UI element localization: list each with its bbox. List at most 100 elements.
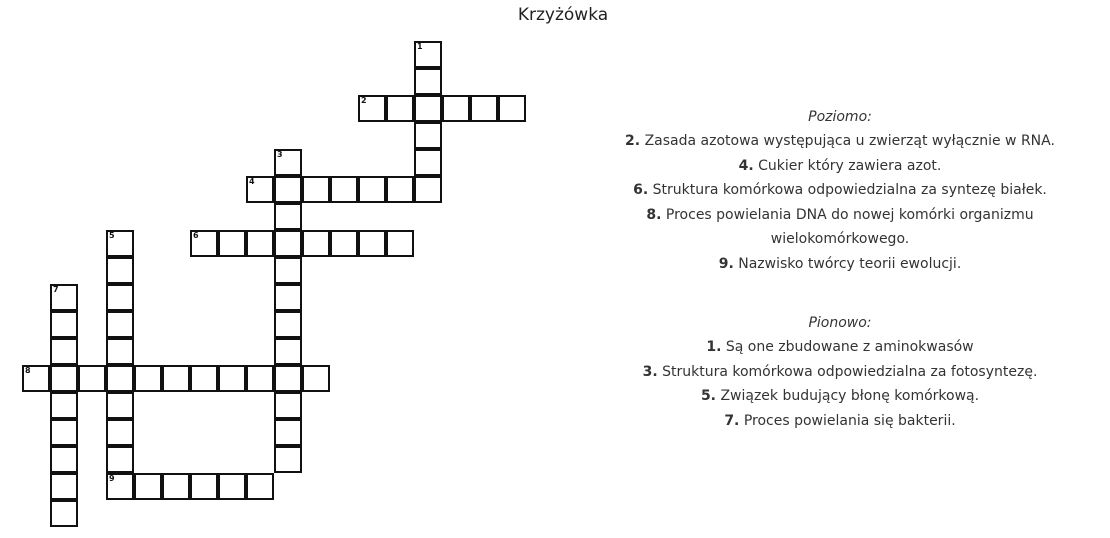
clue-text: Struktura komórkowa odpowiedzialna za fo…: [662, 363, 1038, 380]
crossword-cell[interactable]: [106, 257, 134, 284]
clue-across-2: 2. Zasada azotowa występująca u zwierząt…: [570, 129, 1110, 154]
crossword-cell[interactable]: [302, 230, 330, 257]
clue-down-5: 5. Związek budujący błonę komórkową.: [570, 384, 1110, 409]
cell-number: 8: [25, 366, 31, 375]
crossword-cell[interactable]: [50, 500, 78, 527]
crossword-cell[interactable]: [414, 176, 442, 203]
clue-text: Cukier który zawiera azot.: [758, 157, 942, 174]
cell-number: 9: [109, 474, 115, 483]
clue-text: Nazwisko twórcy teorii ewolucji.: [738, 255, 962, 272]
crossword-cell[interactable]: [302, 365, 330, 392]
crossword-cell[interactable]: [162, 473, 190, 500]
crossword-cell[interactable]: [330, 176, 358, 203]
crossword-cell[interactable]: [50, 311, 78, 338]
crossword-cell[interactable]: [274, 338, 302, 365]
crossword-cell[interactable]: [414, 95, 442, 122]
crossword-cell[interactable]: [274, 176, 302, 203]
crossword-cell[interactable]: [358, 230, 386, 257]
crossword-cell[interactable]: [414, 149, 442, 176]
crossword-cell[interactable]: [218, 473, 246, 500]
crossword-cell[interactable]: [106, 338, 134, 365]
crossword-cell[interactable]: [274, 365, 302, 392]
crossword-cell[interactable]: 2: [358, 95, 386, 122]
down-clue-list: 1. Są one zbudowane z aminokwasów 3. Str…: [570, 335, 1110, 433]
crossword-cell[interactable]: [442, 95, 470, 122]
crossword-cell[interactable]: [78, 365, 106, 392]
crossword-cell[interactable]: [190, 473, 218, 500]
cell-number: 7: [53, 285, 59, 294]
clue-across-8: 8. Proces powielania DNA do nowej komórk…: [620, 203, 1060, 252]
cell-number: 5: [109, 231, 115, 240]
crossword-cell[interactable]: [386, 95, 414, 122]
crossword-cell[interactable]: [50, 365, 78, 392]
crossword-cell[interactable]: [246, 473, 274, 500]
clue-text: Struktura komórkowa odpowiedzialna za sy…: [652, 182, 1047, 198]
crossword-cell[interactable]: [50, 446, 78, 473]
clue-down-7: 7. Proces powielania się bakterii.: [570, 409, 1110, 434]
crossword-cell[interactable]: [498, 95, 526, 122]
crossword-cell[interactable]: [162, 365, 190, 392]
clue-text: Proces powielania się bakterii.: [743, 412, 956, 429]
crossword-cell[interactable]: [106, 446, 134, 473]
crossword-cell[interactable]: [246, 365, 274, 392]
clue-number: 9.: [718, 255, 734, 272]
crossword-cell[interactable]: [218, 365, 246, 392]
crossword-cell[interactable]: [50, 419, 78, 446]
crossword-cell[interactable]: [386, 176, 414, 203]
crossword-cell[interactable]: 9: [106, 473, 134, 500]
crossword-cell[interactable]: [106, 284, 134, 311]
clue-text: Zasada azotowa występująca u zwierząt wy…: [644, 133, 1055, 149]
crossword-cell[interactable]: [302, 176, 330, 203]
crossword-cell[interactable]: 8: [22, 365, 50, 392]
crossword-cell[interactable]: [106, 365, 134, 392]
crossword-cell[interactable]: [50, 392, 78, 419]
crossword-cell[interactable]: [330, 230, 358, 257]
crossword-cell[interactable]: [414, 122, 442, 149]
crossword-cell[interactable]: [386, 230, 414, 257]
clue-number: 2.: [625, 133, 641, 149]
crossword-cell[interactable]: [274, 392, 302, 419]
clue-number: 6.: [633, 182, 649, 198]
crossword-cell[interactable]: 7: [50, 284, 78, 311]
clue-across-6: 6. Struktura komórkowa odpowiedzialna za…: [570, 178, 1110, 203]
clue-text: Związek budujący błonę komórkową.: [720, 388, 980, 404]
crossword-cell[interactable]: [414, 68, 442, 95]
clue-number: 8.: [646, 206, 662, 223]
crossword-cell[interactable]: [106, 311, 134, 338]
crossword-cell[interactable]: [274, 446, 302, 473]
crossword-cell[interactable]: [274, 257, 302, 284]
crossword-cell[interactable]: [470, 95, 498, 122]
crossword-cell[interactable]: 3: [274, 149, 302, 176]
clue-number: 4.: [738, 157, 754, 174]
crossword-cell[interactable]: [190, 365, 218, 392]
clue-number: 1.: [706, 339, 722, 355]
crossword-cell[interactable]: [134, 365, 162, 392]
clue-down-3: 3. Struktura komórkowa odpowiedzialna za…: [570, 360, 1110, 385]
crossword-cell[interactable]: [274, 419, 302, 446]
crossword-cell[interactable]: [274, 311, 302, 338]
crossword-cell[interactable]: [358, 176, 386, 203]
clue-number: 7.: [724, 412, 740, 429]
crossword-cell[interactable]: 6: [190, 230, 218, 257]
cell-number: 3: [277, 150, 283, 159]
crossword-cell[interactable]: [218, 230, 246, 257]
crossword-cell[interactable]: 1: [414, 41, 442, 68]
crossword-cell[interactable]: 4: [246, 176, 274, 203]
across-heading: Poziomo:: [808, 109, 872, 125]
crossword-cell[interactable]: [106, 419, 134, 446]
crossword-cell[interactable]: [246, 230, 274, 257]
crossword-cell[interactable]: [106, 392, 134, 419]
crossword-cell[interactable]: [274, 230, 302, 257]
down-heading: Pionowo:: [808, 315, 872, 331]
crossword-cell[interactable]: [50, 338, 78, 365]
cell-number: 1: [417, 42, 423, 51]
crossword-cell[interactable]: [274, 203, 302, 230]
crossword-cell[interactable]: [50, 473, 78, 500]
clue-down-1: 1. Są one zbudowane z aminokwasów: [570, 335, 1110, 360]
clue-number: 5.: [700, 388, 716, 404]
crossword-cell[interactable]: [134, 473, 162, 500]
crossword-cell[interactable]: 5: [106, 230, 134, 257]
crossword-cell[interactable]: [274, 284, 302, 311]
clue-number: 3.: [642, 363, 658, 380]
cell-number: 6: [193, 231, 199, 240]
